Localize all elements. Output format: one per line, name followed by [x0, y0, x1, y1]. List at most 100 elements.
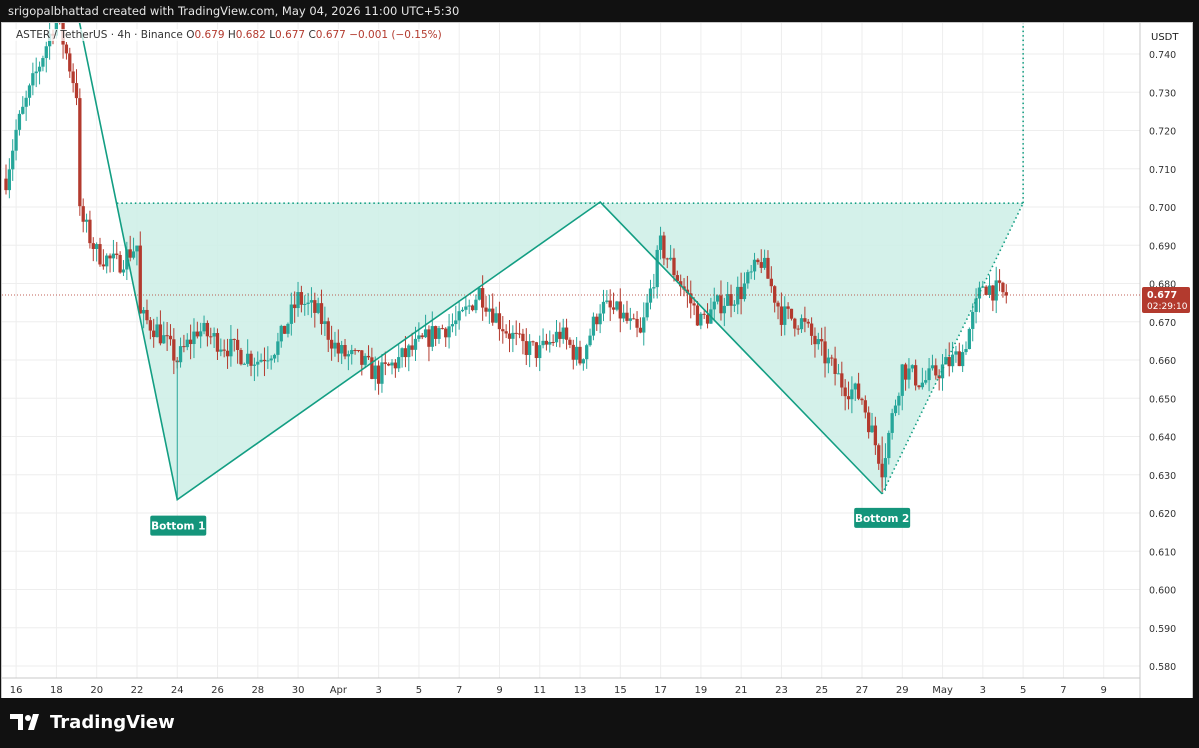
candle-body: [417, 335, 421, 339]
currency-label[interactable]: USDT: [1151, 32, 1179, 43]
candle-body: [269, 358, 273, 361]
candle-body: [873, 425, 878, 446]
candle-body: [632, 318, 636, 320]
candle-body: [507, 333, 512, 339]
candle-body: [527, 341, 532, 355]
candle-body: [870, 425, 874, 433]
candle-body: [158, 324, 163, 344]
candle-body: [521, 333, 525, 342]
candle-body: [967, 328, 972, 350]
candle-body: [766, 257, 770, 279]
candle-body: [380, 362, 384, 384]
candle-body: [769, 278, 773, 287]
candle-body: [544, 340, 549, 345]
candle-body: [105, 255, 109, 267]
candle-body: [353, 350, 357, 352]
candle-body: [491, 308, 495, 323]
candle-body: [853, 383, 857, 390]
candle-body: [816, 339, 820, 345]
candle-body: [796, 328, 800, 330]
candle-body: [182, 346, 186, 348]
price-chart[interactable]: 16 18 20 22 24 26 28 30 Apr 3 5 7 9 11 13 15 17 19 21 23 25 2…: [2, 23, 1192, 699]
candle-body: [215, 333, 220, 352]
candle-body: [376, 365, 381, 384]
candle-body: [64, 44, 69, 54]
x-tick-label: 16: [10, 685, 23, 696]
candle-body: [249, 353, 253, 366]
candle-body: [504, 331, 508, 334]
candle-body: [74, 83, 79, 99]
candle-body: [480, 288, 485, 308]
candle-body: [11, 150, 15, 170]
candle-body: [252, 364, 257, 366]
candle-body: [850, 389, 854, 400]
candle-body: [460, 309, 465, 312]
symbol-legend[interactable]: ASTER / TetherUS · 4h · Binance O0.679 H…: [14, 29, 444, 41]
tradingview-logo[interactable]: TradingView: [10, 711, 175, 733]
candle-body: [914, 365, 918, 386]
candle-body: [836, 373, 841, 375]
footer-bar: TradingView: [0, 698, 1199, 748]
candle-body: [746, 272, 750, 284]
x-tick-label: 3: [375, 685, 381, 696]
tradingview-icon: [10, 714, 39, 730]
candle-body: [256, 361, 260, 365]
candle-body: [591, 316, 596, 336]
candle-body: [440, 328, 445, 330]
candle-body: [571, 344, 575, 360]
candle-body: [961, 352, 965, 367]
candle-body: [470, 305, 475, 311]
candle-body: [370, 357, 374, 379]
candle-body: [930, 365, 935, 369]
candle-body: [820, 339, 824, 342]
candle-body: [625, 312, 629, 321]
candle-body: [229, 338, 233, 357]
candle-body: [84, 219, 89, 222]
candle-body: [890, 413, 894, 433]
candle-body: [635, 318, 639, 328]
symbol-name[interactable]: ASTER / TetherUS · 4h · Binance: [16, 29, 183, 41]
candle-body: [642, 317, 646, 333]
x-tick-label: 13: [574, 685, 587, 696]
candle-body: [524, 341, 528, 355]
candle-body: [551, 341, 555, 343]
candle-body: [242, 363, 246, 365]
candle-body: [699, 313, 703, 326]
chart-panel[interactable]: 16 18 20 22 24 26 28 30 Apr 3 5 7 9 11 13 15 17 19 21 23 25 2…: [1, 22, 1193, 700]
candle-body: [450, 324, 455, 327]
candle-body: [135, 245, 139, 252]
candle-body: [538, 345, 542, 359]
candle-body: [517, 333, 522, 335]
candle-body: [668, 257, 673, 260]
x-tick-label: 5: [416, 685, 422, 696]
candle-body: [601, 301, 606, 314]
candle-body: [168, 335, 173, 340]
candle-body: [934, 365, 938, 376]
candle-body: [21, 106, 25, 114]
candle-body: [477, 288, 481, 300]
candle-body: [420, 335, 424, 338]
candle-body: [585, 345, 589, 360]
candle-body: [611, 307, 616, 310]
x-tick-label: 15: [614, 685, 627, 696]
candle-body: [188, 339, 193, 345]
y-tick-label: 0.640: [1149, 433, 1176, 444]
candle-body: [783, 306, 787, 325]
candle-body: [554, 331, 559, 343]
candle-body: [128, 249, 132, 258]
candle-body: [276, 341, 280, 355]
bar-countdown: 02:29:10: [1147, 302, 1188, 312]
candle-body: [299, 292, 304, 305]
candle-body: [101, 264, 105, 267]
candle-body: [991, 285, 995, 301]
candle-body: [383, 362, 387, 364]
candle-body: [924, 380, 928, 383]
candle-body: [1001, 282, 1005, 293]
candle-body: [289, 304, 293, 324]
candle-body: [863, 400, 867, 413]
candle-body: [843, 387, 847, 397]
candle-body: [427, 329, 431, 347]
candle-body: [199, 331, 203, 337]
candle-body: [658, 235, 663, 250]
candle-body: [346, 354, 351, 357]
